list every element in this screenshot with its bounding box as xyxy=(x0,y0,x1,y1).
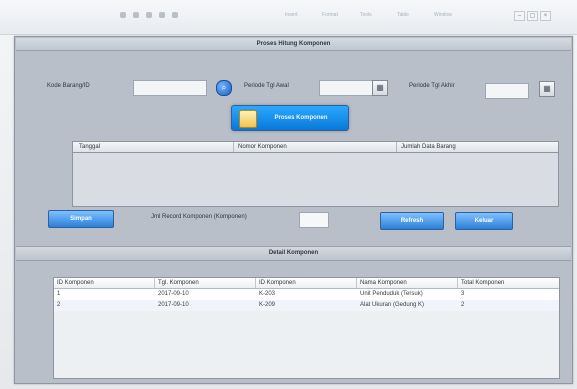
window-title: Proses Hitung Komponen xyxy=(16,38,571,51)
table-cell: 3 xyxy=(461,291,465,297)
table-cell: Unit Penduduk (Tersuk) xyxy=(360,291,423,297)
process-button[interactable]: Proses Komponen xyxy=(231,105,349,131)
column-separator xyxy=(356,278,357,288)
document-icon xyxy=(239,110,257,128)
refresh-button[interactable]: Refresh xyxy=(380,212,444,230)
table-cell: 2 xyxy=(57,302,61,308)
col-total-komponen[interactable]: Total Komponen xyxy=(461,279,504,287)
from-date-input[interactable] xyxy=(319,80,373,96)
table-cell: Alat Ukuran (Gedung K) xyxy=(360,302,425,308)
table-cell: K-203 xyxy=(259,291,276,297)
app-canvas: Insert Format Tools Table Window – ▢ × P… xyxy=(0,0,577,389)
to-date-input[interactable] xyxy=(485,83,529,99)
toolbar-item-insert[interactable]: Insert xyxy=(285,12,298,18)
col-nama-komponen[interactable]: Nama Komponen xyxy=(360,279,407,287)
toolbar-icon[interactable] xyxy=(120,12,126,18)
from-date-picker-button[interactable]: ▦ xyxy=(372,80,388,96)
calendar-icon: ▦ xyxy=(543,84,551,93)
toolbar-item-table[interactable]: Table xyxy=(397,12,409,18)
close-button[interactable]: × xyxy=(540,11,551,21)
table-cell: 2 xyxy=(461,302,465,308)
record-count-label: Jml Record Komponen (Komponen) xyxy=(151,214,247,220)
to-date-label: Periode Tgl Akhir xyxy=(409,83,455,89)
toolbar-icon[interactable] xyxy=(146,12,152,18)
detail-table-header: ID Komponen Tgl. Komponen ID Komponen Na… xyxy=(54,278,559,289)
column-separator xyxy=(154,278,155,288)
save-button[interactable]: Simpan xyxy=(48,210,114,228)
to-date-picker-button[interactable]: ▦ xyxy=(539,81,555,97)
toolbar-item-tools[interactable]: Tools xyxy=(360,12,372,18)
komponen-table-header: Tanggal Nomor Komponen Jumlah Data Baran… xyxy=(73,142,558,153)
col-nomor[interactable]: Nomor Komponen xyxy=(238,143,287,151)
table-cell: 1 xyxy=(57,291,61,297)
col-id-komponen[interactable]: ID Komponen xyxy=(57,279,94,287)
table-row[interactable]: 1 2017-09-10 K-203 Unit Penduduk (Tersuk… xyxy=(54,289,559,300)
column-separator xyxy=(255,278,256,288)
toolbar-icon[interactable] xyxy=(133,12,139,18)
column-separator xyxy=(457,278,458,288)
column-separator xyxy=(233,142,234,152)
komponen-table: Tanggal Nomor Komponen Jumlah Data Baran… xyxy=(72,141,559,207)
app-window: Proses Hitung Komponen Kode Barang/ID ⌕ … xyxy=(14,36,573,384)
col-jumlah[interactable]: Jumlah Data Barang xyxy=(401,143,456,151)
toolbar-item-format[interactable]: Format xyxy=(322,12,338,18)
search-button[interactable]: ⌕ xyxy=(216,80,232,96)
detail-section-title: Detail Komponen xyxy=(16,246,571,261)
col-tanggal[interactable]: Tanggal xyxy=(79,143,100,151)
kode-input[interactable] xyxy=(133,80,207,96)
table-cell: 2017-09-10 xyxy=(158,302,189,308)
maximize-button[interactable]: ▢ xyxy=(527,11,538,21)
kode-label: Kode Barang/ID xyxy=(47,83,90,89)
table-cell: K-209 xyxy=(259,302,276,308)
detail-table-empty-area[interactable] xyxy=(54,311,559,378)
toolbar-item-window[interactable]: Window xyxy=(434,12,452,18)
col-id-komponen-2[interactable]: ID Komponen xyxy=(259,279,296,287)
record-count-field[interactable] xyxy=(299,212,329,228)
toolbar-icon[interactable] xyxy=(159,12,165,18)
calendar-icon: ▦ xyxy=(376,83,384,92)
table-cell: 2017-09-10 xyxy=(158,291,189,297)
exit-button[interactable]: Keluar xyxy=(455,212,513,230)
process-button-label: Proses Komponen xyxy=(274,115,328,121)
komponen-table-body[interactable] xyxy=(73,153,558,206)
search-icon: ⌕ xyxy=(221,83,227,92)
top-toolbar: Insert Format Tools Table Window – ▢ × xyxy=(0,0,577,35)
table-row[interactable]: 2 2017-09-10 K-209 Alat Ukuran (Gedung K… xyxy=(54,300,559,311)
minimize-button[interactable]: – xyxy=(514,11,525,21)
column-separator xyxy=(396,142,397,152)
col-tgl-komponen[interactable]: Tgl. Komponen xyxy=(158,279,199,287)
toolbar-icon[interactable] xyxy=(172,12,178,18)
detail-table: ID Komponen Tgl. Komponen ID Komponen Na… xyxy=(53,277,560,379)
from-date-label: Periode Tgl Awal xyxy=(244,83,289,89)
